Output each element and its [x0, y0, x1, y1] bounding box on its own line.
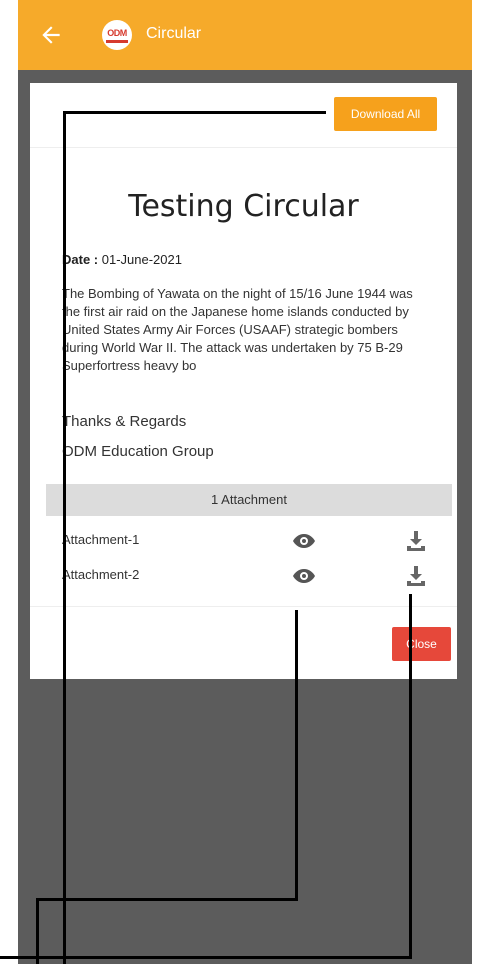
download-icon[interactable]: [404, 564, 428, 588]
attachment-name: Attachment-1: [62, 532, 140, 547]
view-eye-icon[interactable]: [292, 529, 316, 553]
circular-title: Testing Circular: [128, 189, 359, 224]
closing-text: Thanks & Regards: [62, 413, 187, 430]
divider: [30, 606, 457, 607]
annotation-line: [63, 111, 66, 964]
annotation-line: [63, 111, 326, 114]
screen: ODM Circular Download All Testing Circul…: [18, 0, 472, 964]
annotation-line: [36, 898, 39, 964]
app-logo: ODM: [102, 20, 132, 50]
annotation-line: [295, 610, 298, 900]
page-title: Circular: [146, 25, 202, 42]
attachment-name: Attachment-2: [62, 567, 140, 582]
signature-text: ODM Education Group: [62, 443, 214, 460]
app-bar: ODM Circular: [18, 0, 472, 70]
annotation-line: [0, 956, 412, 959]
attachment-row: Attachment-2: [62, 564, 442, 588]
annotation-line: [409, 594, 412, 958]
logo-bar: [106, 40, 128, 43]
view-eye-icon[interactable]: [292, 564, 316, 588]
download-icon[interactable]: [404, 529, 428, 553]
date-label: Date :: [62, 252, 99, 267]
download-all-button[interactable]: Download All: [334, 97, 437, 131]
date-value: 01-June-2021: [101, 252, 182, 267]
logo-text: ODM: [107, 28, 127, 38]
divider: [30, 147, 457, 148]
attachments-header: 1 Attachment: [46, 484, 452, 516]
close-button[interactable]: Close: [392, 627, 451, 661]
attachment-row: Attachment-1: [62, 529, 442, 553]
circular-dialog: Download All Testing Circular Date : 01-…: [30, 83, 457, 679]
back-arrow-icon[interactable]: [38, 22, 64, 48]
circular-body: The Bombing of Yawata on the night of 15…: [62, 286, 413, 373]
circular-date: Date : 01-June-2021: [62, 252, 182, 267]
annotation-line: [36, 898, 298, 901]
